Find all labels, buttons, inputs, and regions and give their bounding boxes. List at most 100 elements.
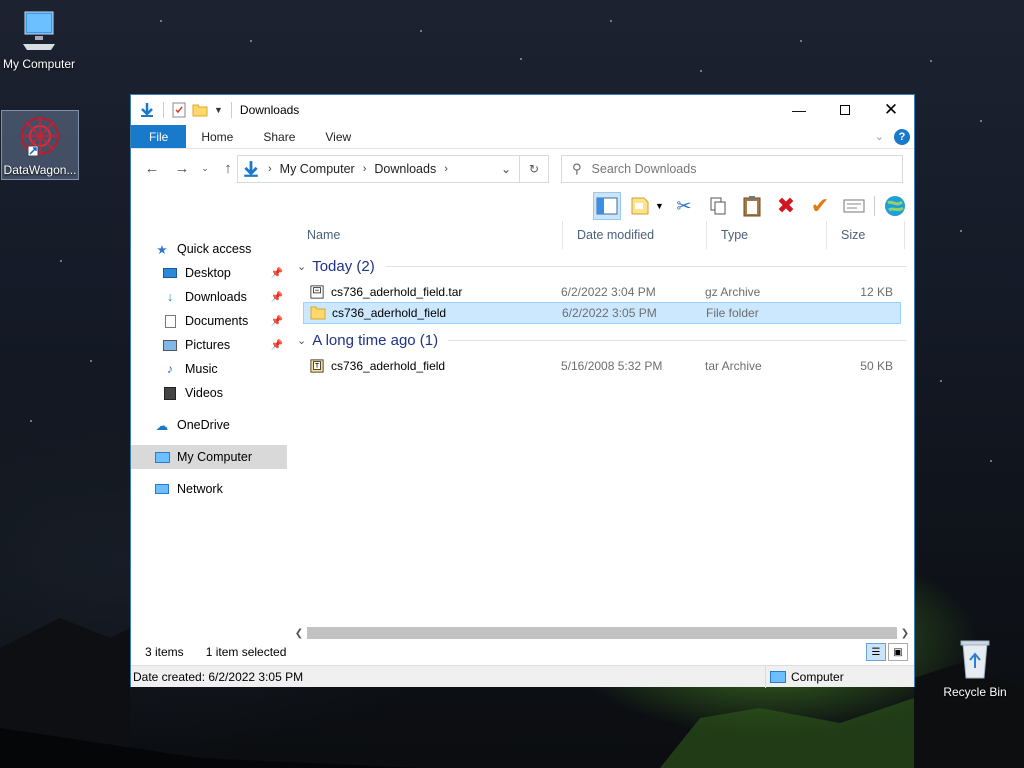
properties-card-icon	[843, 199, 865, 213]
status-bar: 3 items 1 item selected ☰ ▣	[131, 641, 914, 663]
network-icon	[153, 484, 171, 494]
search-icon: ⚲	[572, 161, 582, 176]
breadcrumb-downloads[interactable]: Downloads	[374, 162, 436, 176]
maximize-button[interactable]	[822, 95, 868, 125]
group-header-long-ago[interactable]: ⌄ A long time ago (1)	[297, 329, 907, 351]
pin-icon[interactable]: 📌	[271, 292, 283, 303]
download-arrow-icon[interactable]	[139, 102, 155, 118]
file-name: cs736_aderhold_field	[331, 359, 446, 373]
file-type: gz Archive	[705, 285, 761, 299]
nav-label: Music	[185, 362, 218, 376]
file-date: 5/16/2008 5:32 PM	[561, 359, 663, 373]
details-view-icon[interactable]: ☰	[866, 643, 886, 661]
group-header-today[interactable]: ⌄ Today (2)	[297, 255, 907, 277]
scroll-right-icon[interactable]: ❯	[897, 628, 913, 639]
globe-button[interactable]	[881, 192, 909, 220]
address-dropdown-icon[interactable]: ⌄	[494, 162, 518, 176]
customize-dropdown-icon[interactable]: ▼	[214, 105, 223, 115]
nav-quick-access[interactable]: ★ Quick access	[153, 237, 283, 261]
forward-button[interactable]: →	[169, 155, 195, 181]
preview-pane-icon	[596, 197, 618, 215]
desktop-icon-datawagon[interactable]: DataWagon...	[1, 110, 79, 180]
scroll-thumb[interactable]	[307, 627, 897, 639]
tab-home[interactable]: Home	[186, 125, 248, 148]
nav-music[interactable]: ♪ Music	[161, 357, 287, 381]
nav-desktop[interactable]: Desktop 📌	[161, 261, 287, 285]
nav-label: Downloads	[185, 290, 247, 304]
preview-pane-button[interactable]	[593, 192, 621, 220]
rename-button[interactable]: ✔	[806, 192, 834, 220]
refresh-button[interactable]: ↻	[519, 155, 549, 183]
column-type[interactable]: Type	[707, 221, 827, 249]
chevron-right-icon[interactable]: ›	[268, 163, 272, 175]
close-button[interactable]: ✕	[868, 95, 914, 125]
command-toolbar: ▼ ✂ ✖ ✔	[593, 191, 909, 221]
nav-network[interactable]: Network	[153, 477, 283, 501]
pin-icon[interactable]: 📌	[271, 268, 283, 279]
properties-icon[interactable]	[172, 102, 186, 118]
search-input[interactable]: ⚲ Search Downloads	[561, 155, 903, 183]
copy-button[interactable]	[704, 192, 732, 220]
nav-onedrive[interactable]: ☁ OneDrive	[153, 413, 283, 437]
desktop-icon-recycle-bin[interactable]: Recycle Bin	[938, 638, 1012, 699]
nav-pictures[interactable]: Pictures 📌	[161, 333, 287, 357]
help-icon[interactable]: ?	[894, 128, 910, 145]
nav-my-computer[interactable]: My Computer	[131, 445, 287, 469]
recycle-bin-icon	[960, 640, 990, 679]
address-bar[interactable]: › My Computer › Downloads › ⌄	[237, 155, 549, 183]
desktop-folder-icon	[161, 268, 179, 278]
file-type: tar Archive	[705, 359, 762, 373]
nav-label: OneDrive	[177, 418, 230, 432]
file-row[interactable]: cs736_aderhold_field.tar 6/2/2022 3:04 P…	[303, 281, 901, 303]
tab-view[interactable]: View	[310, 125, 366, 148]
new-item-icon	[631, 197, 649, 215]
column-size[interactable]: Size	[827, 221, 905, 249]
minimize-button[interactable]: —	[776, 95, 822, 125]
location-label: Computer	[791, 670, 844, 684]
properties-button[interactable]	[840, 192, 868, 220]
downloads-location-icon	[244, 161, 258, 177]
gz-archive-icon	[310, 285, 324, 299]
column-headers: Name Date modified Type Size	[293, 221, 911, 249]
new-folder-icon[interactable]	[192, 102, 208, 118]
tab-share[interactable]: Share	[248, 125, 310, 148]
chevron-right-icon[interactable]: ›	[444, 163, 448, 175]
nav-label: Network	[177, 482, 223, 496]
search-placeholder: Search Downloads	[591, 162, 697, 176]
back-button[interactable]: ←	[139, 155, 165, 181]
column-date-modified[interactable]: Date modified	[563, 221, 707, 249]
nav-videos[interactable]: Videos	[161, 381, 287, 405]
desktop-icon-my-computer[interactable]: My Computer	[0, 10, 78, 71]
column-name[interactable]: Name	[293, 221, 563, 249]
pin-icon[interactable]: 📌	[271, 340, 283, 351]
file-row-selected[interactable]: cs736_aderhold_field 6/2/2022 3:05 PM Fi…	[303, 302, 901, 324]
nav-documents[interactable]: Documents 📌	[161, 309, 287, 333]
file-row[interactable]: cs736_aderhold_field 5/16/2008 5:32 PM t…	[303, 355, 901, 377]
horizontal-scrollbar[interactable]: ❮ ❯	[291, 625, 913, 641]
paste-button[interactable]	[738, 192, 766, 220]
tab-file[interactable]: File	[131, 125, 187, 148]
nav-label: Documents	[185, 314, 249, 328]
new-item-button[interactable]	[627, 192, 655, 220]
new-item-dropdown-icon[interactable]: ▼	[655, 201, 664, 211]
file-name: cs736_aderhold_field.tar	[331, 285, 463, 299]
scroll-left-icon[interactable]: ❮	[291, 628, 307, 639]
explorer-window: ▼ Downloads — ✕ File Home Share View ⌄ ?…	[130, 94, 915, 688]
chevron-right-icon[interactable]: ›	[363, 163, 367, 175]
delete-button[interactable]: ✖	[772, 192, 800, 220]
large-icons-view-icon[interactable]: ▣	[888, 643, 908, 661]
group-divider	[448, 339, 907, 341]
recent-locations-icon[interactable]: ⌄	[199, 155, 211, 181]
title-bar: ▼ Downloads — ✕	[131, 95, 914, 125]
expand-ribbon-icon[interactable]: ⌄	[875, 130, 884, 143]
desktop-icon-label: Recycle Bin	[943, 685, 1007, 699]
breadcrumb-my-computer[interactable]: My Computer	[280, 162, 355, 176]
nav-downloads[interactable]: ↓ Downloads 📌	[161, 285, 287, 309]
group-title: Today (2)	[312, 257, 375, 275]
chevron-down-icon: ⌄	[297, 260, 307, 273]
copy-icon	[710, 197, 726, 215]
cut-button[interactable]: ✂	[670, 192, 698, 220]
pin-icon[interactable]: 📌	[271, 316, 283, 327]
nav-label: Pictures	[185, 338, 231, 352]
separator	[163, 102, 164, 118]
